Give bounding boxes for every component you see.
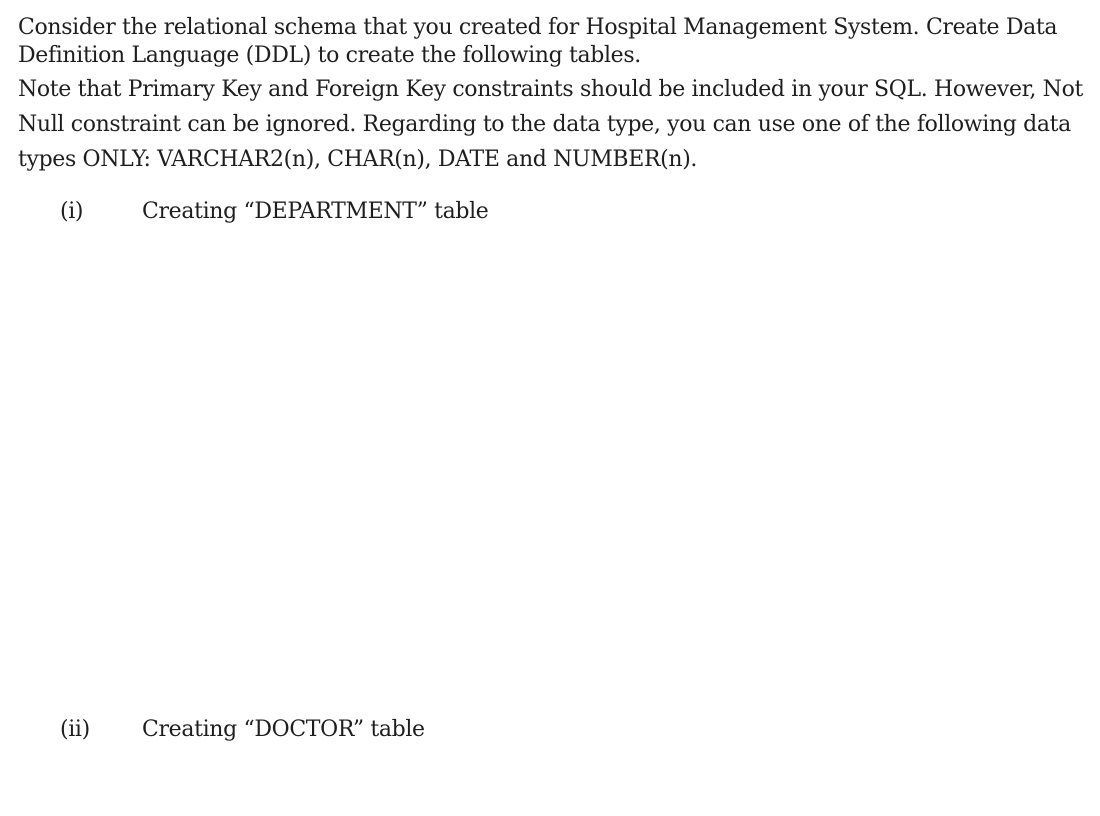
item-text: Creating “DOCTOR” table: [142, 717, 425, 742]
answer-space-doctor[interactable]: [18, 758, 1078, 816]
intro-line-1: Consider the relational schema that you …: [18, 15, 1058, 40]
item-number: (i): [60, 199, 84, 224]
note-line-1: Note that Primary Key and Foreign Key co…: [18, 77, 1083, 102]
intro-line-2: Definition Language (DDL) to create the …: [18, 43, 641, 68]
note-line-3: types ONLY: VARCHAR2(n), CHAR(n), DATE a…: [18, 147, 698, 172]
answer-space-department[interactable]: [18, 240, 1078, 700]
note-line-2: Null constraint can be ignored. Regardin…: [18, 112, 1071, 137]
item-number: (ii): [60, 717, 90, 742]
item-text: Creating “DEPARTMENT” table: [142, 199, 489, 224]
